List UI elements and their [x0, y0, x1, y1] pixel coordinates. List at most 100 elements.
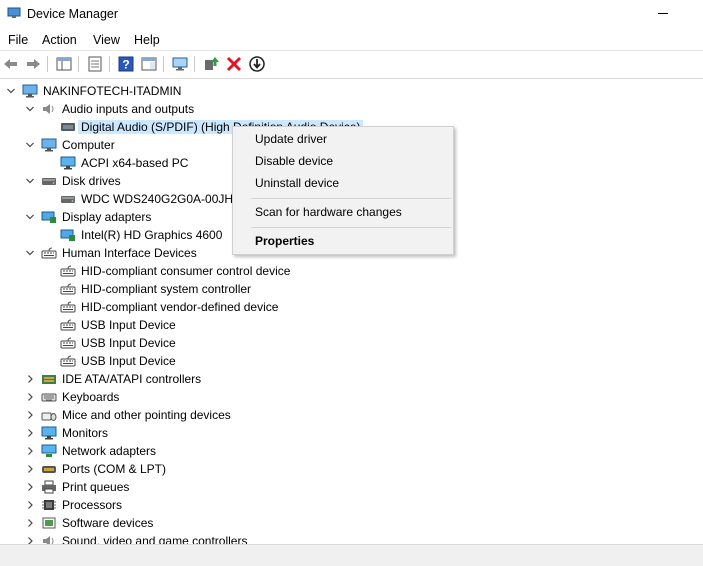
title-bar: Device Manager [0, 0, 703, 30]
tree-item-label: Computer [62, 138, 115, 152]
hid-icon [60, 355, 76, 367]
tree-category[interactable]: Processors [0, 496, 703, 514]
tree-item-label: Keyboards [62, 390, 120, 404]
properties-icon[interactable] [86, 55, 104, 73]
minimize-button[interactable] [658, 13, 668, 14]
tree-item-label: Sound, video and game controllers [62, 534, 248, 544]
tree-item-label: HID-compliant vendor-defined device [81, 300, 279, 314]
context-item-label: Scan for hardware changes [255, 205, 402, 219]
toolbar-separator [47, 56, 48, 72]
tree-item-label: HID-compliant system controller [81, 282, 252, 296]
tree-item-label: IDE ATA/ATAPI controllers [62, 372, 202, 386]
tree-item-label: Software devices [62, 516, 154, 530]
tree-category[interactable]: Monitors [0, 424, 703, 442]
tree-device[interactable]: USB Input Device [0, 352, 703, 370]
toolbar: ? [0, 51, 703, 78]
disable-device-icon[interactable] [248, 55, 266, 73]
tree-item-label: Processors [62, 498, 123, 512]
context-item-label: Disable device [255, 154, 334, 168]
context-separator [251, 198, 451, 199]
menu-file[interactable]: File [8, 33, 28, 47]
device-manager-icon [7, 7, 21, 18]
help-icon[interactable]: ? [117, 55, 135, 73]
tree-category[interactable]: Ports (COM & LPT) [0, 460, 703, 478]
tree-item-label: Display adapters [62, 210, 152, 224]
processor-icon [42, 500, 56, 510]
tree-category[interactable]: Mice and other pointing devices [0, 406, 703, 424]
chevron-right-icon[interactable] [25, 536, 35, 544]
show-hide-console-tree-icon[interactable] [55, 55, 73, 73]
tree-device[interactable]: USB Input Device [0, 334, 703, 352]
tree-item-label: USB Input Device [81, 336, 176, 350]
tree-item-label: Disk drives [62, 174, 121, 188]
menu-help[interactable]: Help [134, 33, 160, 47]
chevron-right-icon[interactable] [25, 392, 35, 402]
tree-item-label: USB Input Device [81, 354, 176, 368]
action-pane-icon[interactable] [140, 55, 158, 73]
chevron-down-icon[interactable] [25, 104, 35, 114]
tree-item-label: Monitors [62, 426, 109, 440]
context-disable-device[interactable]: Disable device [233, 150, 453, 172]
tree-item-label: Print queues [62, 480, 130, 494]
chevron-down-icon[interactable] [25, 140, 35, 150]
display-adapter-icon [60, 229, 75, 241]
chevron-right-icon[interactable] [25, 500, 35, 510]
context-scan-hardware[interactable]: Scan for hardware changes [233, 201, 453, 223]
forward-icon[interactable] [24, 55, 42, 73]
context-item-label: Update driver [255, 132, 328, 146]
toolbar-divider [0, 78, 703, 79]
back-icon[interactable] [2, 55, 20, 73]
chevron-down-icon[interactable] [6, 86, 16, 96]
tree-device[interactable]: HID-compliant system controller [0, 280, 703, 298]
monitor-icon [41, 426, 57, 440]
tree-category[interactable]: Keyboards [0, 388, 703, 406]
context-item-label: Uninstall device [255, 176, 340, 190]
tree-item-label: Ports (COM & LPT) [62, 462, 167, 476]
chevron-right-icon[interactable] [25, 464, 35, 474]
context-properties[interactable]: Properties [233, 230, 453, 252]
chevron-right-icon[interactable] [25, 482, 35, 492]
computer-icon [41, 138, 57, 152]
menu-view[interactable]: View [93, 33, 120, 47]
tree-item-label: WDC WDS240G2G0A-00JH30 [81, 192, 247, 206]
chevron-down-icon[interactable] [25, 176, 35, 186]
context-update-driver[interactable]: Update driver [233, 128, 453, 150]
tree-device[interactable]: HID-compliant consumer control device [0, 262, 703, 280]
tree-category[interactable]: Software devices [0, 514, 703, 532]
tree-item-label: Mice and other pointing devices [62, 408, 231, 422]
toolbar-separator [78, 56, 79, 72]
tree-category[interactable]: Print queues [0, 478, 703, 496]
chevron-right-icon[interactable] [25, 446, 35, 456]
menu-action[interactable]: Action [42, 33, 77, 47]
tree-category[interactable]: IDE ATA/ATAPI controllers [0, 370, 703, 388]
tree-item-label: Network adapters [62, 444, 157, 458]
speaker-icon [43, 104, 54, 114]
speaker-icon [43, 536, 54, 544]
window-title: Device Manager [27, 7, 119, 21]
menu-bar: File Action View Help [0, 30, 703, 50]
tree-device[interactable]: USB Input Device [0, 316, 703, 334]
chevron-right-icon[interactable] [25, 374, 35, 384]
tree-item-label: ACPI x64-based PC [81, 156, 189, 170]
printer-icon [42, 480, 56, 494]
software-icon [42, 517, 56, 529]
chevron-right-icon[interactable] [25, 518, 35, 528]
tree-category[interactable]: Sound, video and game controllers [0, 532, 703, 544]
context-uninstall-device[interactable]: Uninstall device [233, 172, 453, 194]
tree-root[interactable]: NAKINFOTECH-ITADMIN [0, 82, 703, 100]
update-driver-icon[interactable] [202, 55, 220, 73]
tree-category[interactable]: Audio inputs and outputs [0, 100, 703, 118]
chevron-down-icon[interactable] [25, 248, 35, 258]
tree-device[interactable]: HID-compliant vendor-defined device [0, 298, 703, 316]
monitor-icon [60, 156, 76, 170]
chevron-right-icon[interactable] [25, 410, 35, 420]
hid-icon [60, 283, 76, 295]
mouse-icon [41, 412, 57, 421]
uninstall-icon[interactable] [225, 55, 243, 73]
chevron-down-icon[interactable] [25, 212, 35, 222]
chevron-right-icon[interactable] [25, 428, 35, 438]
hid-icon [60, 319, 76, 331]
tree-category[interactable]: Network adapters [0, 442, 703, 460]
toolbar-separator [194, 56, 195, 72]
scan-hardware-icon[interactable] [171, 55, 189, 73]
